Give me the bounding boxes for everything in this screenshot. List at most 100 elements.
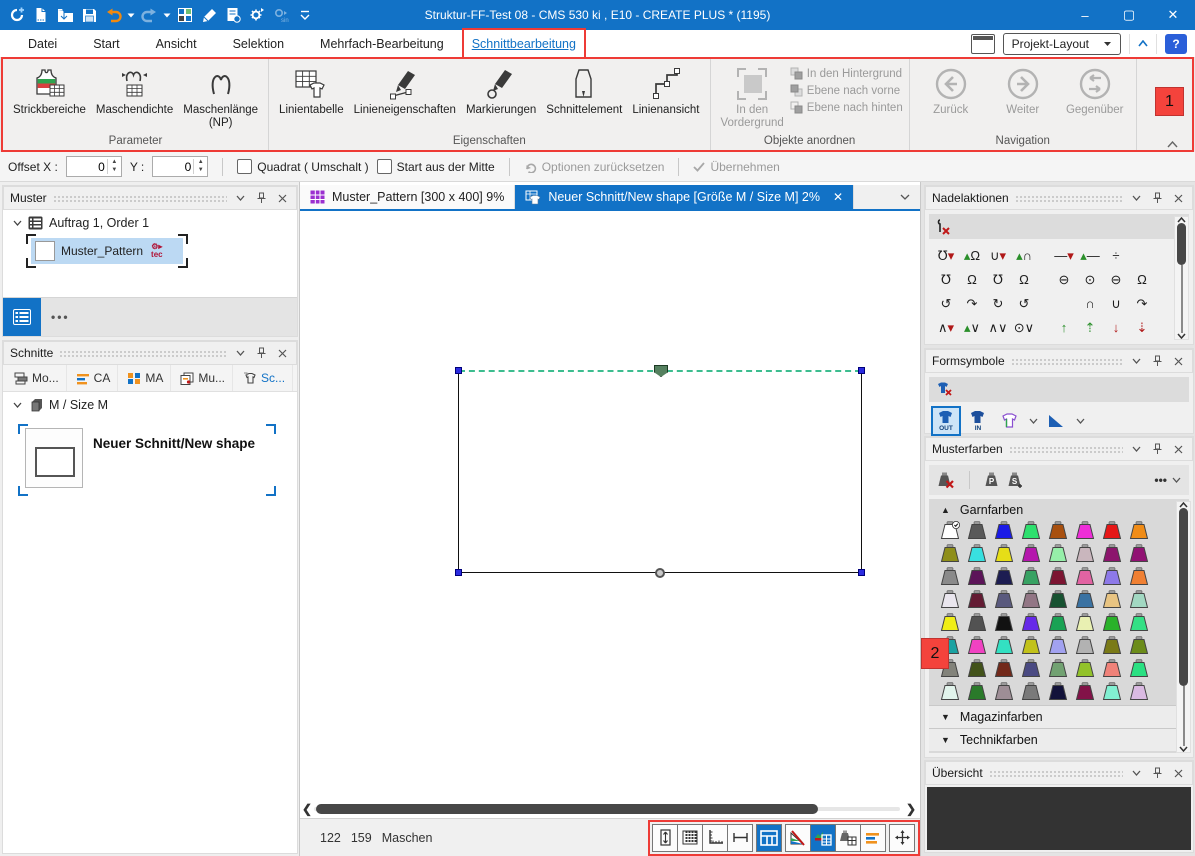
needle-action-1-8[interactable] bbox=[1129, 243, 1155, 267]
yarn-color-swatch[interactable] bbox=[1047, 544, 1069, 563]
needle-action-1-3[interactable]: ∪▾ bbox=[985, 243, 1011, 267]
delete-color-button[interactable] bbox=[937, 472, 955, 489]
schnitte-tab-ma[interactable]: MA bbox=[120, 365, 171, 391]
needle-action-3-4[interactable]: ↺ bbox=[1011, 291, 1037, 315]
yarn-color-swatch[interactable] bbox=[966, 590, 988, 609]
close-icon[interactable] bbox=[1171, 354, 1186, 369]
yarn-color-swatch[interactable] bbox=[939, 682, 961, 701]
size-tree-row[interactable]: M / Size M bbox=[3, 392, 297, 414]
yarn-color-swatch[interactable] bbox=[1128, 682, 1150, 701]
draw-pencil-icon[interactable] bbox=[198, 4, 220, 26]
toolbar-options-icon[interactable] bbox=[294, 4, 316, 26]
scrollbar-track[interactable] bbox=[1181, 265, 1183, 333]
schnitte-tab-mo[interactable]: Mo... bbox=[7, 365, 67, 391]
shape-triangle-button[interactable] bbox=[1044, 408, 1070, 434]
needle-action-2-3[interactable]: ℧ bbox=[985, 267, 1011, 291]
scroll-left-arrow[interactable]: ❮ bbox=[300, 802, 314, 816]
needle-action-4-4[interactable]: ⊙∨ bbox=[1011, 315, 1037, 339]
yarn-color-swatch[interactable] bbox=[993, 613, 1015, 632]
yarn-color-swatch[interactable] bbox=[993, 682, 1015, 701]
yarn-color-swatch[interactable] bbox=[1020, 613, 1042, 632]
quadrat-checkbox[interactable] bbox=[237, 159, 252, 174]
open-file-icon[interactable] bbox=[54, 4, 76, 26]
ribbon-button-in-den-vordergrund[interactable]: In den Vordergrund bbox=[717, 63, 788, 132]
shape-out-button[interactable]: OUT bbox=[933, 408, 959, 434]
shape-handle-bottom-center[interactable] bbox=[655, 568, 665, 578]
tree-expand-icon[interactable] bbox=[13, 402, 22, 408]
yarn-color-swatch[interactable] bbox=[1074, 567, 1096, 586]
needle-action-1-6[interactable]: ▴— bbox=[1077, 243, 1103, 267]
yarn-color-swatch[interactable] bbox=[1020, 636, 1042, 655]
yarn-color-swatch[interactable] bbox=[1047, 659, 1069, 678]
ribbon-button-linienansicht[interactable]: Linienansicht bbox=[628, 63, 703, 119]
needle-action-2-2[interactable]: Ω bbox=[959, 267, 985, 291]
needle-grid-scrollbar[interactable] bbox=[1174, 216, 1189, 340]
yarn-color-swatch[interactable] bbox=[1101, 659, 1123, 678]
ribbon-button-ebene-nach-hinten[interactable]: Ebene nach hinten bbox=[790, 101, 903, 114]
garnfarben-section-header[interactable]: ▲ Garnfarben bbox=[929, 499, 1189, 521]
undo-icon[interactable] bbox=[102, 4, 124, 26]
document-tab-2[interactable]: Neuer Schnitt/New shape [Größe M / Size … bbox=[515, 185, 854, 209]
yarn-color-swatch[interactable] bbox=[939, 590, 961, 609]
needle-action-4-5[interactable]: ↑ bbox=[1051, 315, 1077, 339]
yarn-color-swatch[interactable] bbox=[1128, 544, 1150, 563]
maximize-button[interactable]: ▢ bbox=[1107, 0, 1151, 30]
undo-dropdown-icon[interactable] bbox=[126, 4, 136, 26]
yarn-color-swatch[interactable] bbox=[993, 521, 1015, 540]
scrollbar-thumb[interactable] bbox=[316, 804, 818, 814]
yarn-color-swatch[interactable] bbox=[966, 544, 988, 563]
close-icon[interactable] bbox=[275, 346, 290, 361]
app-logo-icon[interactable] bbox=[6, 4, 28, 26]
magazinfarben-section-header[interactable]: ▼ Magazinfarben bbox=[929, 705, 1189, 728]
yarn-color-swatch[interactable] bbox=[966, 636, 988, 655]
chevron-down-icon[interactable] bbox=[1172, 477, 1181, 483]
needle-action-3-8[interactable]: ↷ bbox=[1129, 291, 1155, 315]
menu-item-ansicht[interactable]: Ansicht bbox=[138, 30, 215, 57]
ribbon-button-strickbereiche[interactable]: Strickbereiche bbox=[9, 63, 90, 119]
offset-y-input[interactable] bbox=[153, 159, 193, 175]
list-view-button[interactable] bbox=[3, 298, 41, 336]
redo-icon[interactable] bbox=[138, 4, 160, 26]
ribbon-button-gegenüber[interactable]: Gegenüber bbox=[1060, 63, 1130, 119]
panel-grip[interactable] bbox=[1015, 195, 1123, 202]
pin-icon[interactable] bbox=[254, 346, 269, 361]
technikfarben-section-header[interactable]: ▼ Technikfarben bbox=[929, 728, 1189, 751]
yarn-color-swatch[interactable] bbox=[1020, 567, 1042, 586]
yarn-color-swatch[interactable] bbox=[1020, 659, 1042, 678]
yarn-color-swatch[interactable] bbox=[1020, 521, 1042, 540]
chevron-down-icon[interactable] bbox=[1029, 418, 1038, 424]
cone-s-add-button[interactable]: S bbox=[1007, 472, 1024, 489]
yarn-color-swatch[interactable] bbox=[1047, 567, 1069, 586]
needle-action-4-1[interactable]: ∧▾ bbox=[933, 315, 959, 339]
overview-viewport[interactable] bbox=[927, 787, 1191, 850]
yarn-color-swatch[interactable] bbox=[993, 544, 1015, 563]
ribbon-collapse-button[interactable] bbox=[1167, 141, 1178, 148]
scroll-down-icon[interactable] bbox=[1179, 746, 1188, 752]
offset-x-spin-arrows[interactable]: ▲▼ bbox=[107, 159, 121, 173]
shape-outline-button[interactable] bbox=[997, 408, 1023, 434]
close-button[interactable]: ✕ bbox=[1151, 0, 1195, 30]
reset-options-button[interactable]: Optionen zurücksetzen bbox=[524, 160, 665, 174]
start-mitte-checkbox[interactable] bbox=[377, 159, 392, 174]
needle-action-2-1[interactable]: ℧ bbox=[933, 267, 959, 291]
yarn-color-swatch[interactable] bbox=[1020, 544, 1042, 563]
schnitte-tab-mu[interactable]: Mu... bbox=[173, 365, 233, 391]
shape-in-button[interactable]: IN bbox=[965, 408, 991, 434]
yarn-color-swatch[interactable] bbox=[1074, 613, 1096, 632]
offset-y-stepper[interactable]: ▲▼ bbox=[152, 156, 208, 177]
shape-list-item[interactable]: Neuer Schnitt/New shape bbox=[23, 428, 271, 492]
pin-icon[interactable] bbox=[1150, 766, 1165, 781]
yarn-color-swatch[interactable] bbox=[1047, 682, 1069, 701]
apply-button[interactable]: Übernehmen bbox=[693, 160, 779, 174]
chevron-down-icon[interactable] bbox=[233, 191, 248, 206]
yarn-color-swatch[interactable] bbox=[993, 590, 1015, 609]
schnitte-tab-ca[interactable]: CA bbox=[69, 365, 119, 391]
tree-expand-icon[interactable] bbox=[13, 220, 22, 226]
t-layout-button[interactable] bbox=[756, 824, 782, 852]
yarn-color-swatch[interactable] bbox=[1128, 590, 1150, 609]
yarn-color-swatch[interactable] bbox=[1101, 544, 1123, 563]
shape-rectangle[interactable] bbox=[458, 371, 862, 573]
ribbon-button-linieneigenschaften[interactable]: Linieneigenschaften bbox=[350, 63, 460, 119]
ribbon-button-linientabelle[interactable]: Linientabelle bbox=[275, 63, 348, 119]
yarn-color-swatch[interactable] bbox=[1074, 636, 1096, 655]
